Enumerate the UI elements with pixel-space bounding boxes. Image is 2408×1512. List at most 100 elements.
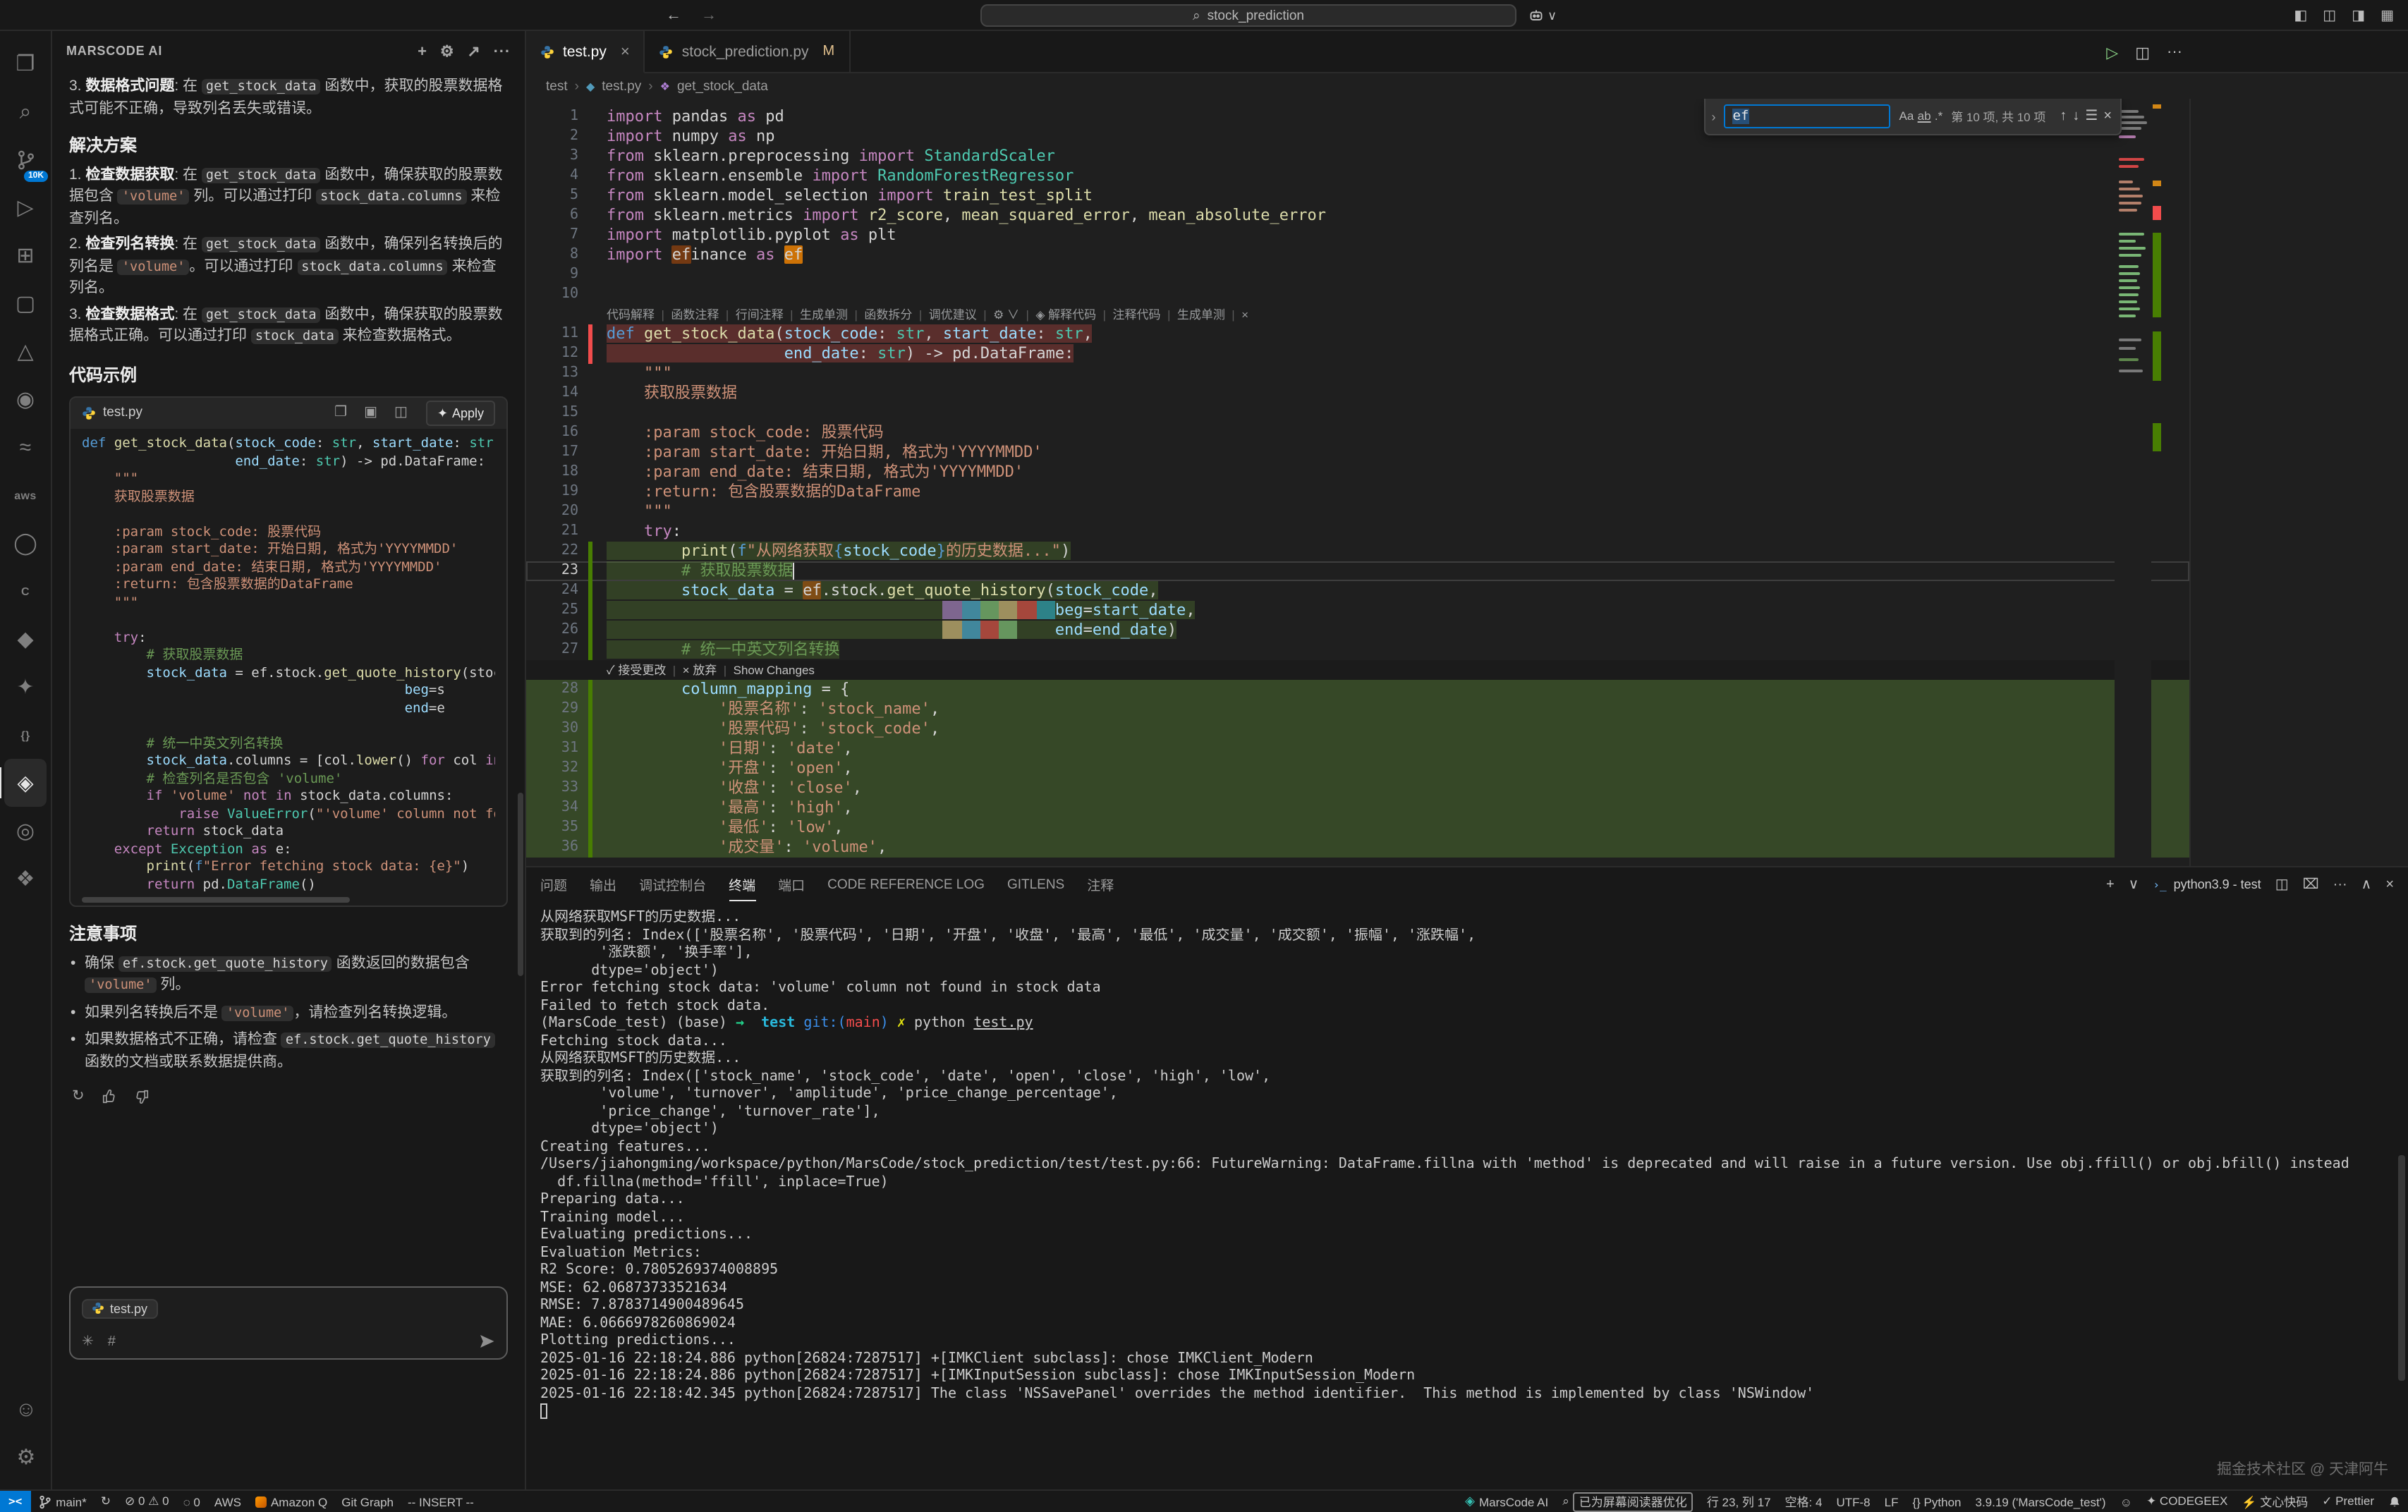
activity-tool-sparkle-icon[interactable]: ✦: [4, 663, 47, 711]
activity-docker-icon[interactable]: ≈: [4, 423, 47, 471]
status-aws-status[interactable]: AWS: [207, 1490, 248, 1512]
activity-run-debug-icon[interactable]: ▷: [4, 183, 47, 231]
status-problems[interactable]: ⊘ 0 ⚠ 0: [118, 1490, 176, 1512]
open-external-icon[interactable]: ↗: [467, 43, 480, 60]
close-icon[interactable]: ×: [621, 43, 630, 60]
codelens-action[interactable]: 注释代码: [1112, 307, 1160, 322]
find-next-icon[interactable]: ↓: [2072, 109, 2079, 124]
codelens-action[interactable]: 函数注释: [671, 307, 719, 322]
terminal[interactable]: 从网络获取MSFT的历史数据...获取到的列名: Index(['股票名称', …: [526, 901, 2408, 1491]
toggle-secondary-sidebar-icon[interactable]: ◨: [2352, 8, 2365, 23]
split-editor-icon[interactable]: ◫: [2135, 43, 2150, 61]
activity-marscode-icon[interactable]: ◈: [4, 759, 47, 807]
status-python-interpreter[interactable]: 3.9.19 ('MarsCode_test'): [1969, 1490, 2113, 1512]
activity-remote-explorer-icon[interactable]: ▢: [4, 279, 47, 327]
customize-layout-icon[interactable]: ▦: [2380, 8, 2394, 23]
status-git-branch[interactable]: main*: [30, 1490, 93, 1512]
run-button[interactable]: ▷: [2106, 43, 2118, 61]
new-chat-icon[interactable]: +: [418, 43, 427, 60]
codelens-actions[interactable]: 代码解释 | 函数注释 | 行间注释 | 生成单测 | 函数拆分 | 调优建议 …: [526, 305, 2189, 324]
codelens-action[interactable]: 调优建议: [929, 307, 977, 322]
status-notifications-bell[interactable]: [2381, 1490, 2408, 1512]
activity-explorer-icon[interactable]: ❐: [4, 39, 47, 87]
status-sync-icon[interactable]: ↻: [94, 1490, 118, 1512]
find-previous-icon[interactable]: ↑: [2060, 109, 2067, 124]
status-prettier[interactable]: ✓ Prettier: [2315, 1490, 2381, 1512]
activity-cmake-icon[interactable]: C: [4, 567, 47, 615]
send-icon[interactable]: [478, 1333, 495, 1350]
panel-tab-CODE REFERENCE LOG[interactable]: CODE REFERENCE LOG: [827, 867, 985, 901]
chat-input[interactable]: test.py ✳ #: [69, 1286, 508, 1360]
toggle-panel-icon[interactable]: ◫: [2323, 8, 2336, 23]
regex-toggle[interactable]: .*: [1935, 109, 1942, 123]
regenerate-icon[interactable]: ↻: [72, 1086, 85, 1106]
more-actions-icon[interactable]: ···: [2167, 44, 2182, 61]
more-icon[interactable]: ···: [494, 43, 511, 60]
status-remote-indicator[interactable]: ><: [0, 1490, 30, 1512]
activity-tool-diamond-icon[interactable]: ❖: [4, 855, 47, 903]
status-indentation[interactable]: 空格: 4: [1778, 1490, 1830, 1512]
panel-tab-终端[interactable]: 终端: [729, 867, 755, 901]
status-amazon-q[interactable]: Amazon Q: [248, 1490, 334, 1512]
thumbs-up-icon[interactable]: [102, 1089, 117, 1104]
activity-settings-icon[interactable]: ⚙: [5, 1433, 47, 1481]
codelens-action[interactable]: 行间注释: [736, 307, 784, 322]
thumbs-down-icon[interactable]: [134, 1089, 150, 1104]
panel-tab-问题[interactable]: 问题: [540, 867, 567, 901]
whole-word-toggle[interactable]: ab: [1918, 109, 1931, 123]
status-notifications-count[interactable]: ◌ 0: [176, 1490, 207, 1512]
panel-tab-调试控制台[interactable]: 调试控制台: [639, 867, 706, 901]
status-codegeex[interactable]: ✦ CODEGEEX: [2139, 1490, 2234, 1512]
panel-more-icon[interactable]: ···: [2333, 877, 2347, 892]
status-encoding[interactable]: UTF-8: [1829, 1490, 1877, 1512]
maximize-panel-icon[interactable]: ∧: [2361, 877, 2372, 892]
new-terminal-icon[interactable]: +: [2106, 877, 2115, 892]
status-screen-reader-mode[interactable]: ⌕已为屏幕阅读器优化: [1555, 1490, 1700, 1512]
tab-stock-prediction-py[interactable]: stock_prediction.py M: [645, 31, 850, 72]
activity-gitlens-icon[interactable]: ◆: [4, 615, 47, 663]
insert-icon[interactable]: ▣: [364, 403, 377, 424]
apply-button[interactable]: ✦Apply: [426, 401, 495, 427]
status-vim-mode[interactable]: -- INSERT --: [401, 1490, 481, 1512]
horizontal-scrollbar[interactable]: [82, 897, 350, 903]
codelens-action[interactable]: 函数拆分: [864, 307, 912, 322]
toggle-replace-icon[interactable]: ›: [1712, 109, 1716, 123]
editor[interactable]: 1import pandas as pd2import numpy as np3…: [526, 99, 2191, 866]
codelens-action[interactable]: 代码解释: [607, 307, 655, 322]
codelens-action[interactable]: 生成单测: [1177, 307, 1225, 322]
activity-tool-circle-icon[interactable]: ◯: [4, 519, 47, 567]
activity-testing-icon[interactable]: △: [4, 327, 47, 375]
toggle-primary-sidebar-icon[interactable]: ◧: [2294, 8, 2307, 23]
activity-json-tool-icon[interactable]: {}: [4, 711, 47, 759]
activity-aws-icon[interactable]: aws: [4, 471, 47, 519]
find-in-selection-icon[interactable]: ☰: [2085, 109, 2098, 124]
ai-assistant-button[interactable]: ∨: [1528, 4, 1557, 27]
inline-diff-actions[interactable]: ✓ 接受更改 | × 放弃 | Show Changes: [526, 660, 2189, 680]
codelens-action[interactable]: ⚙ ∨: [993, 307, 1019, 322]
terminal-dropdown-icon[interactable]: ∨: [2129, 877, 2139, 892]
status-eol[interactable]: LF: [1878, 1490, 1906, 1512]
terminal-instance[interactable]: ›_ python3.9 - test: [2153, 877, 2261, 891]
context-picker-icon[interactable]: #: [108, 1334, 116, 1349]
codelens-action[interactable]: 生成单测: [800, 307, 848, 322]
find-close-icon[interactable]: ×: [2103, 109, 2112, 124]
close-panel-icon[interactable]: ×: [2385, 877, 2394, 892]
diff-icon[interactable]: ◫: [394, 403, 408, 424]
status-marscode-ai-status[interactable]: ◈MarsCode AI: [1458, 1490, 1555, 1512]
split-terminal-icon[interactable]: ◫: [2275, 877, 2289, 892]
activity-tool-target-icon[interactable]: ◎: [4, 807, 47, 855]
copy-icon[interactable]: ❐: [334, 403, 347, 424]
minimap[interactable]: [2115, 99, 2151, 866]
activity-jupyter-icon[interactable]: ◉: [4, 375, 47, 423]
settings-icon[interactable]: ⚙: [440, 43, 455, 60]
find-input[interactable]: ef: [1725, 104, 1891, 128]
forward-icon[interactable]: →: [701, 7, 717, 24]
discard-changes-button[interactable]: × 放弃: [683, 663, 717, 677]
activity-extensions-icon[interactable]: ⊞: [4, 231, 47, 279]
panel-tab-输出[interactable]: 输出: [590, 867, 616, 901]
back-icon[interactable]: ←: [666, 7, 681, 24]
show-changes-button[interactable]: Show Changes: [734, 663, 815, 677]
status-wenxin-kuaima[interactable]: ⚡ 文心快码: [2234, 1490, 2315, 1512]
status-language-mode[interactable]: {} Python: [1905, 1490, 1968, 1512]
panel-tab-端口[interactable]: 端口: [778, 867, 805, 901]
